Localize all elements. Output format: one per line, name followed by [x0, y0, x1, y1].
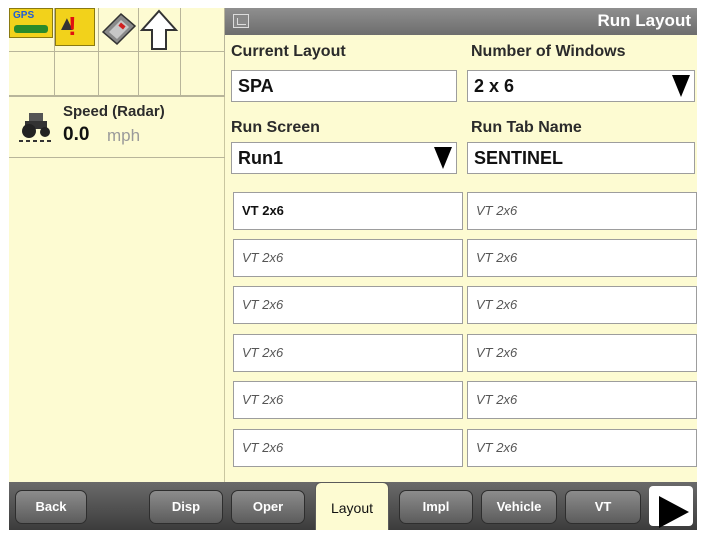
current-layout-field[interactable]: SPA — [231, 70, 457, 102]
tractor-radar-icon — [19, 113, 53, 142]
grid-cell — [181, 52, 225, 96]
exclamation-glyph: ! — [68, 11, 77, 41]
gps-label: GPS — [13, 10, 35, 21]
window-slot-label: VT 2x6 — [476, 250, 518, 265]
window-slot-label: VT 2x6 — [476, 440, 518, 455]
status-icon-grid: GPS ▲ ! — [9, 8, 225, 96]
right-arrow-icon — [659, 496, 689, 528]
grid-cell — [55, 52, 99, 96]
gps-icon[interactable]: GPS — [9, 8, 53, 38]
panel-titlebar: Run Layout — [225, 8, 697, 35]
dropdown-arrow-icon — [434, 147, 452, 169]
run-layout-panel: Run Layout Current Layout SPA Number of … — [225, 8, 697, 482]
window-slot[interactable]: VT 2x6 — [233, 381, 463, 419]
run-screen-dropdown[interactable]: Run1 — [231, 142, 457, 174]
grid-cell — [99, 52, 139, 96]
window-slot[interactable]: VT 2x6 — [233, 192, 463, 230]
window-slot[interactable]: VT 2x6 — [233, 239, 463, 277]
window-slot-label: VT 2x6 — [242, 345, 284, 360]
current-layout-value: SPA — [238, 76, 274, 96]
window-slot-label: VT 2x6 — [242, 203, 284, 218]
run-screen-label: Run Screen — [231, 119, 320, 136]
run-tab-name-value: SENTINEL — [474, 148, 564, 168]
current-layout-label: Current Layout — [231, 43, 346, 60]
tab-impl[interactable]: Impl — [399, 490, 473, 524]
window-icon — [233, 14, 249, 28]
window-slot-label: VT 2x6 — [476, 392, 518, 407]
up-arrow-icon[interactable] — [139, 8, 179, 52]
run-screen-value: Run1 — [238, 148, 283, 168]
panel-title: Run Layout — [597, 11, 692, 30]
window-slot-label: VT 2x6 — [476, 345, 518, 360]
left-status-column: GPS ▲ ! Speed (Radar) 0.0 mph — [9, 8, 225, 482]
display-screen: GPS ▲ ! Speed (Radar) 0.0 mph Run Layout… — [9, 8, 697, 530]
grid-cell — [139, 52, 181, 96]
speed-readout[interactable]: Speed (Radar) 0.0 mph — [9, 96, 225, 158]
window-slot-label: VT 2x6 — [242, 250, 284, 265]
tab-disp[interactable]: Disp — [149, 490, 223, 524]
window-slot[interactable]: VT 2x6 — [467, 286, 697, 324]
window-slot-label: VT 2x6 — [476, 203, 518, 218]
window-slot[interactable]: VT 2x6 — [467, 239, 697, 277]
tab-oper[interactable]: Oper — [231, 490, 305, 524]
window-slot[interactable]: VT 2x6 — [467, 381, 697, 419]
speed-unit: mph — [107, 126, 141, 145]
bottom-tab-bar: Back Disp Oper Layout Impl Vehicle VT — [9, 482, 697, 530]
run-tab-name-label: Run Tab Name — [471, 119, 582, 136]
grid-cell — [9, 52, 55, 96]
number-of-windows-value: 2 x 6 — [474, 76, 515, 96]
number-of-windows-label: Number of Windows — [471, 43, 626, 60]
dropdown-arrow-icon — [672, 75, 690, 97]
tab-vt[interactable]: VT — [565, 490, 641, 524]
next-page-button[interactable] — [649, 486, 693, 528]
speed-value: 0.0 — [63, 124, 90, 145]
window-slot[interactable]: VT 2x6 — [467, 429, 697, 467]
implement-icon[interactable] — [99, 10, 139, 48]
window-slot[interactable]: VT 2x6 — [233, 286, 463, 324]
speed-label: Speed (Radar) — [63, 103, 165, 120]
window-slot[interactable]: VT 2x6 — [467, 334, 697, 372]
grid-cell — [181, 8, 225, 52]
window-slot-label: VT 2x6 — [476, 297, 518, 312]
window-slot[interactable]: VT 2x6 — [233, 334, 463, 372]
window-slot[interactable]: VT 2x6 — [467, 192, 697, 230]
window-slot-label: VT 2x6 — [242, 297, 284, 312]
back-button[interactable]: Back — [15, 490, 87, 524]
window-slot-label: VT 2x6 — [242, 392, 284, 407]
run-tab-name-field[interactable]: SENTINEL — [467, 142, 695, 174]
window-slot[interactable]: VT 2x6 — [233, 429, 463, 467]
tab-vehicle[interactable]: Vehicle — [481, 490, 557, 524]
warning-icon[interactable]: ▲ ! — [55, 8, 95, 46]
number-of-windows-dropdown[interactable]: 2 x 6 — [467, 70, 695, 102]
window-slot-label: VT 2x6 — [242, 440, 284, 455]
gps-signal-bar — [14, 25, 48, 33]
tab-layout[interactable]: Layout — [315, 482, 389, 530]
